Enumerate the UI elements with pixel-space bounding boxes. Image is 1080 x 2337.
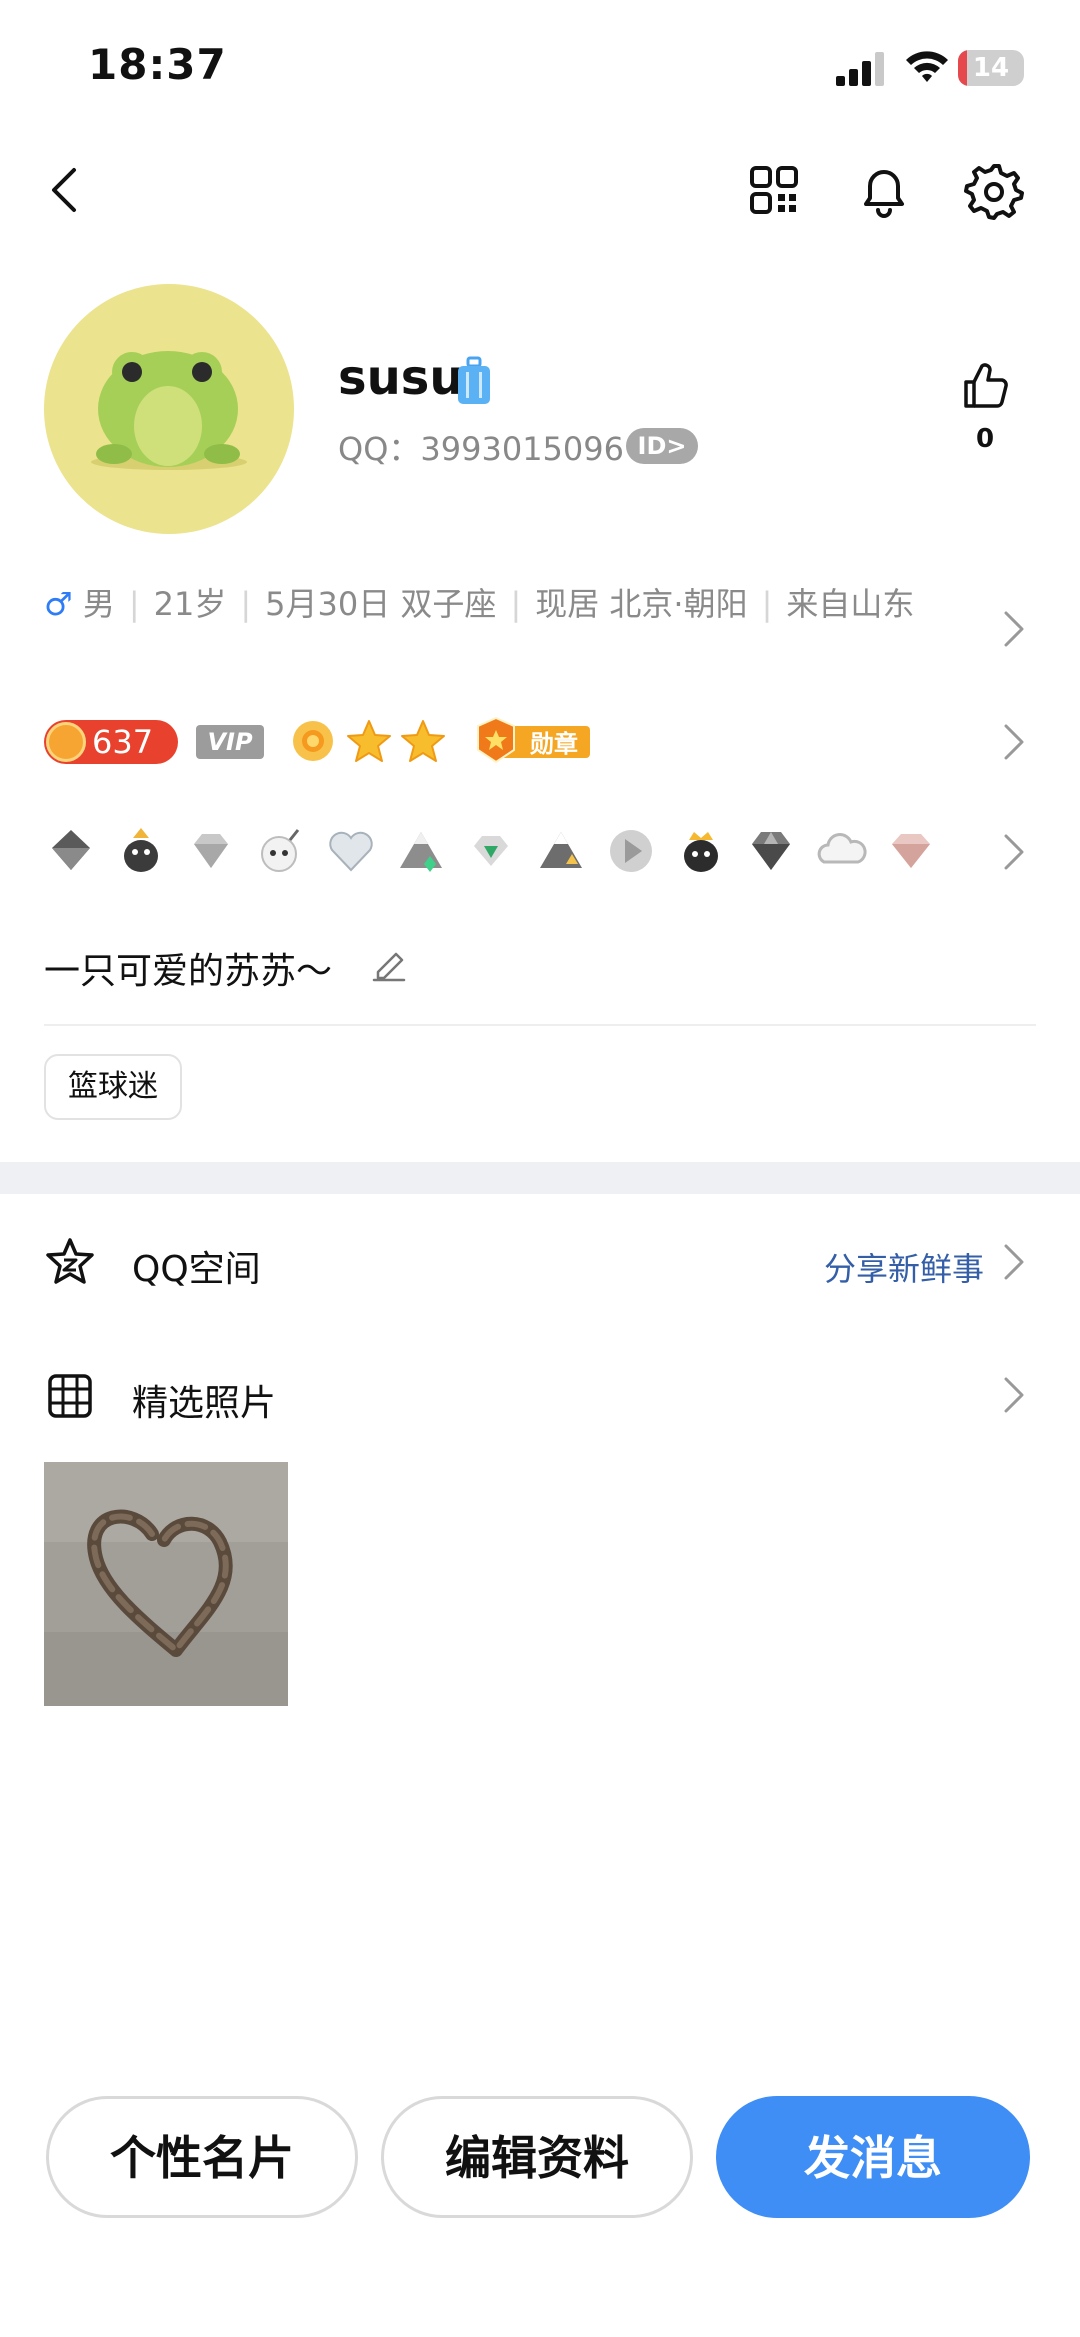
qq-number: 3993015096 — [420, 430, 624, 468]
status-time: 18:37 — [88, 40, 227, 89]
separator: | — [240, 585, 252, 623]
chevron-right-icon[interactable] — [998, 720, 1028, 764]
mountain-badge-icon — [400, 832, 442, 872]
send-message-button[interactable]: 发消息 — [716, 2096, 1030, 2218]
star-level-icon — [401, 720, 445, 762]
qq-space-star-icon — [46, 1238, 94, 1284]
signature[interactable]: 一只可爱的苏苏～ — [44, 942, 332, 994]
age: 21岁 — [153, 585, 227, 623]
featured-photos-label[interactable]: 精选照片 — [132, 1374, 276, 1426]
wifi-icon — [906, 51, 948, 82]
grid-icon — [48, 1374, 92, 1418]
pencil-icon[interactable] — [370, 944, 408, 982]
green-diamond-badge-icon — [474, 836, 508, 866]
divider — [44, 1024, 1036, 1026]
qq-number-line[interactable]: QQ：3993015096 — [338, 424, 624, 470]
vip-badge[interactable]: VIP — [196, 725, 264, 759]
level-score: 637 — [92, 723, 154, 761]
gear-icon[interactable] — [964, 160, 1024, 220]
qr-code-icon[interactable] — [744, 160, 804, 220]
male-icon: ♂ — [44, 585, 73, 623]
featured-photo-thumbnail[interactable] — [44, 1462, 288, 1706]
medal-label: 勋章 — [530, 730, 578, 758]
birthday: 5月30日 双子座 — [265, 585, 497, 623]
play-badge-icon — [610, 830, 652, 872]
share-news-link[interactable]: 分享新鲜事 — [744, 1244, 984, 1290]
heart-stones-photo — [44, 1462, 288, 1706]
residence: 现居 北京·朝阳 — [535, 585, 748, 623]
battery-indicator: 14 — [958, 50, 1024, 86]
luggage-icon[interactable] — [454, 356, 494, 408]
qq-label: QQ： — [338, 430, 421, 468]
profile-info-line[interactable]: ♂ 男 | 21岁 | 5月30日 双子座 | 现居 北京·朝阳 | 来自山东 — [44, 580, 944, 628]
hometown: 来自山东 — [786, 585, 915, 623]
rose-diamond-badge-icon — [892, 834, 930, 868]
crowned-mountain-badge-icon — [540, 832, 582, 868]
coin-icon — [46, 722, 86, 762]
medal-badge[interactable]: 勋章 — [474, 716, 592, 766]
crystal-heart-badge-icon — [329, 831, 373, 872]
signal-icon — [836, 52, 884, 86]
profile-card-button[interactable]: 个性名片 — [46, 2096, 358, 2218]
penguin-badge-icon — [124, 828, 158, 872]
bell-icon[interactable] — [854, 160, 914, 220]
interest-tag[interactable]: 篮球迷 — [44, 1054, 182, 1120]
separator: | — [510, 585, 522, 623]
edit-profile-button[interactable]: 编辑资料 — [381, 2096, 693, 2218]
gem-badge-icon — [752, 832, 790, 870]
chevron-right-icon[interactable] — [998, 1373, 1028, 1417]
frog-avatar-illustration — [91, 351, 247, 470]
sun-level-icon — [293, 721, 333, 761]
back-icon[interactable] — [36, 160, 96, 220]
star-level-icon — [347, 720, 391, 762]
level-score-badge[interactable]: 637 — [44, 720, 178, 764]
avatar[interactable] — [44, 284, 294, 534]
dark-diamond-badge-icon — [52, 830, 90, 870]
silver-diamond-badge-icon — [194, 834, 228, 868]
cloud-badge-icon — [817, 833, 867, 864]
chevron-right-icon[interactable] — [998, 607, 1028, 651]
separator: | — [128, 585, 140, 623]
section-divider — [0, 1162, 1080, 1194]
nickname: susu — [338, 350, 464, 406]
id-badge[interactable]: ID> — [626, 428, 698, 464]
like-count: 0 — [975, 424, 995, 454]
qq-space-label[interactable]: QQ空间 — [132, 1240, 261, 1292]
chevron-right-icon[interactable] — [998, 1240, 1028, 1284]
achievement-badges[interactable] — [44, 824, 944, 880]
separator: | — [761, 585, 773, 623]
thumbs-up-icon[interactable] — [960, 360, 1010, 410]
king-penguin-badge-icon — [684, 832, 718, 872]
chevron-right-icon[interactable] — [998, 830, 1028, 874]
bomb-face-badge-icon — [261, 829, 300, 872]
gender: 男 — [82, 585, 115, 623]
battery-level-text: 14 — [972, 53, 1010, 83]
